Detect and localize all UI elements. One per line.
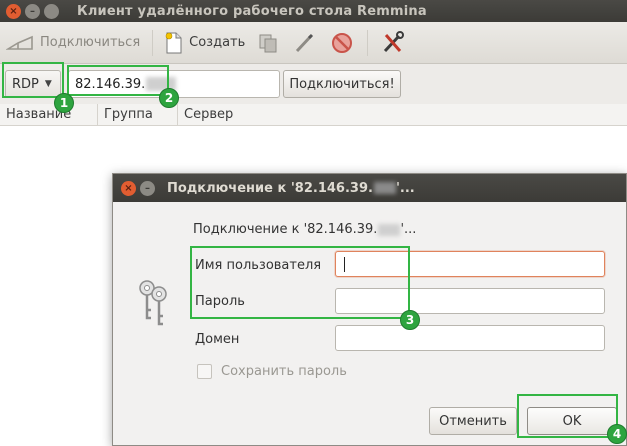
create-button[interactable]: Создать xyxy=(159,27,251,59)
checkbox-box[interactable] xyxy=(197,364,212,379)
redacted-blur xyxy=(378,223,401,236)
close-icon[interactable]: × xyxy=(6,3,21,19)
quick-connect-bar: RDP ▼ 82.146.39. Подключиться! xyxy=(0,64,627,104)
dialog-title-text: Подключение к '82.146.39. xyxy=(167,180,373,196)
connect-icon xyxy=(6,35,33,50)
connect-toolbar-label: Подключиться xyxy=(40,35,141,50)
dialog-title-suffix: '... xyxy=(395,180,415,196)
dialog-titlebar: × – Подключение к '82.146.39. '... xyxy=(113,174,626,202)
redacted-blur xyxy=(373,182,396,194)
protocol-value: RDP xyxy=(12,76,39,92)
column-server[interactable]: Сервер xyxy=(178,104,627,126)
delete-button[interactable] xyxy=(323,27,361,59)
domain-label: Домен xyxy=(195,332,240,347)
column-name[interactable]: Название xyxy=(0,104,98,126)
password-label: Пароль xyxy=(195,294,245,309)
pencil-icon xyxy=(296,33,314,52)
username-field[interactable] xyxy=(335,251,605,277)
toolbar-separator xyxy=(152,29,154,56)
window-title: Клиент удалённого рабочего стола Remmina xyxy=(77,3,427,19)
create-label: Создать xyxy=(189,35,246,50)
copy-button[interactable] xyxy=(251,27,285,59)
cancel-button[interactable]: Отменить xyxy=(429,407,517,435)
auth-dialog: × – Подключение к '82.146.39. '... Подклю… xyxy=(112,173,627,446)
quick-connect-button[interactable]: Подключиться! xyxy=(283,70,401,98)
dialog-close-icon[interactable]: × xyxy=(121,180,136,196)
dialog-header-text: Подключение к '82.146.39. xyxy=(193,222,378,237)
save-password-checkbox[interactable]: Сохранить пароль xyxy=(197,364,347,379)
annotation-badge-3: 3 xyxy=(400,310,420,330)
keys-icon xyxy=(139,280,167,326)
save-password-label: Сохранить пароль xyxy=(221,364,347,379)
server-value: 82.146.39. xyxy=(75,76,146,92)
text-cursor xyxy=(344,257,345,272)
dialog-title: Подключение к '82.146.39. '... xyxy=(167,181,415,196)
ok-button[interactable]: OK xyxy=(527,407,617,435)
edit-button[interactable] xyxy=(285,27,323,59)
chevron-down-icon: ▼ xyxy=(44,79,52,89)
dialog-header: Подключение к '82.146.39. '... xyxy=(193,222,416,237)
protocol-select[interactable]: RDP ▼ xyxy=(5,70,61,98)
preferences-button[interactable] xyxy=(374,27,412,59)
maximize-icon[interactable] xyxy=(44,3,59,19)
window-titlebar: × – Клиент удалённого рабочего стола Rem… xyxy=(0,0,627,22)
tools-icon xyxy=(384,30,405,52)
annotation-badge-1: 1 xyxy=(54,93,74,113)
annotation-badge-4: 4 xyxy=(607,424,627,444)
copy-icon xyxy=(259,34,277,52)
toolbar-separator xyxy=(367,29,369,56)
new-document-icon xyxy=(165,32,182,53)
domain-field[interactable] xyxy=(335,325,605,351)
main-toolbar: Подключиться Создать xyxy=(0,22,627,64)
dialog-minimize-icon[interactable]: – xyxy=(140,180,155,196)
connection-list-header: Название Группа Сервер xyxy=(0,104,627,126)
forbidden-icon xyxy=(332,32,353,53)
dialog-header-suffix: '... xyxy=(400,222,417,237)
connect-toolbar-button[interactable]: Подключиться xyxy=(0,27,146,59)
annotation-badge-2: 2 xyxy=(159,88,179,108)
minimize-icon[interactable]: – xyxy=(25,3,40,19)
password-field[interactable] xyxy=(335,288,605,314)
username-label: Имя пользователя xyxy=(195,258,322,273)
